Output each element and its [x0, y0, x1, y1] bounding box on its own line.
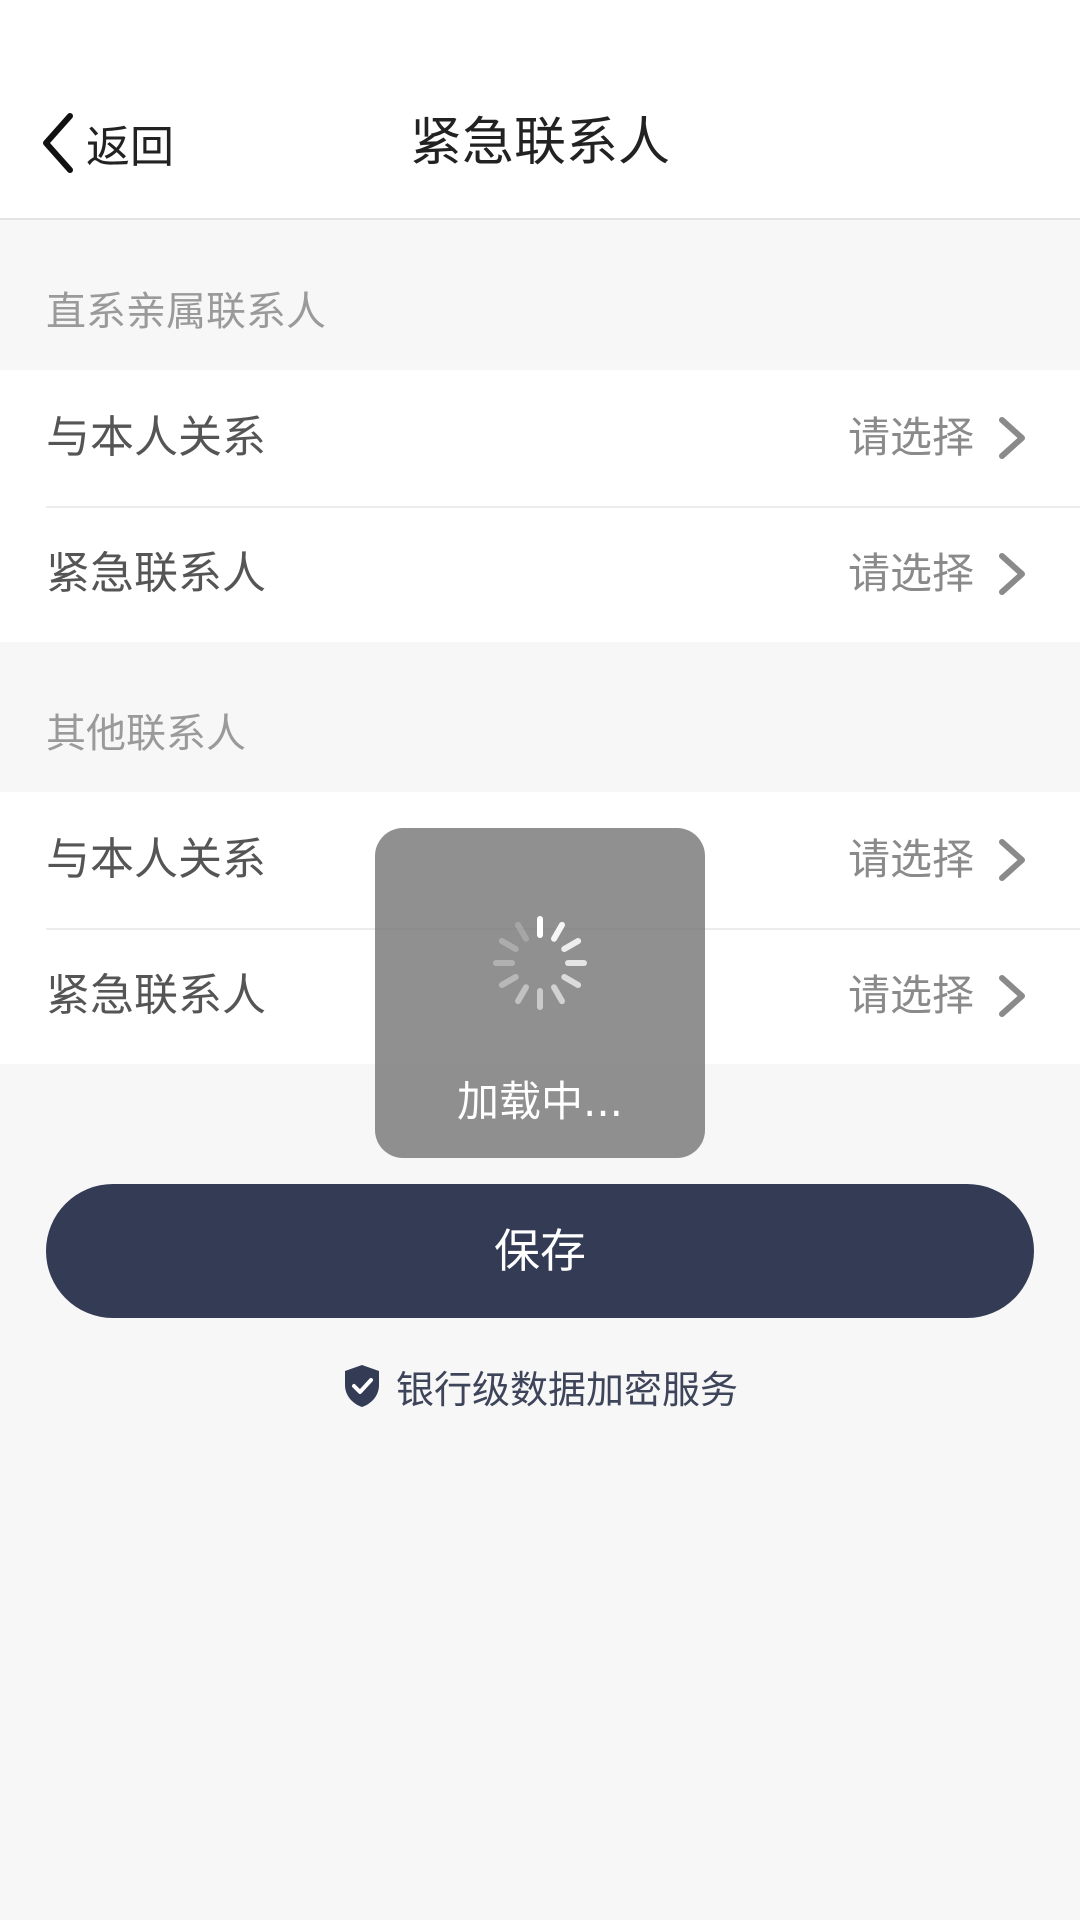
- save-button[interactable]: 保存: [46, 1184, 1034, 1318]
- row-label: 与本人关系: [46, 834, 266, 885]
- row-label: 紧急联系人: [46, 548, 266, 599]
- row-value: 请选择: [847, 549, 974, 598]
- loading-spinner-icon: [493, 916, 587, 1010]
- chevron-right-icon: [999, 839, 1025, 881]
- row-label: 紧急联系人: [46, 970, 266, 1021]
- chevron-right-icon: [999, 553, 1025, 595]
- row-relationship[interactable]: 与本人关系 请选择: [0, 370, 1080, 506]
- navigation-bar: 返回 紧急联系人: [0, 0, 1080, 220]
- shield-check-icon: [344, 1365, 379, 1407]
- row-emergency-contact[interactable]: 紧急联系人 请选择: [0, 506, 1080, 642]
- loading-text: 加载中...: [456, 1077, 624, 1126]
- section-header-immediate-family: 直系亲属联系人: [46, 289, 326, 335]
- row-label: 与本人关系: [46, 412, 266, 463]
- row-value: 请选择: [847, 835, 974, 884]
- chevron-right-icon: [999, 417, 1025, 459]
- immediate-family-group: 与本人关系 请选择 紧急联系人 请选择: [0, 370, 1080, 642]
- security-note-text: 银行级数据加密服务: [395, 1367, 738, 1412]
- loading-toast: 加载中...: [375, 828, 705, 1158]
- chevron-right-icon: [999, 975, 1025, 1017]
- row-value: 请选择: [847, 413, 974, 462]
- row-value: 请选择: [847, 971, 974, 1020]
- security-note: 银行级数据加密服务: [0, 1360, 1080, 1412]
- page-title: 紧急联系人: [409, 113, 670, 173]
- section-header-other-contacts: 其他联系人: [46, 711, 246, 757]
